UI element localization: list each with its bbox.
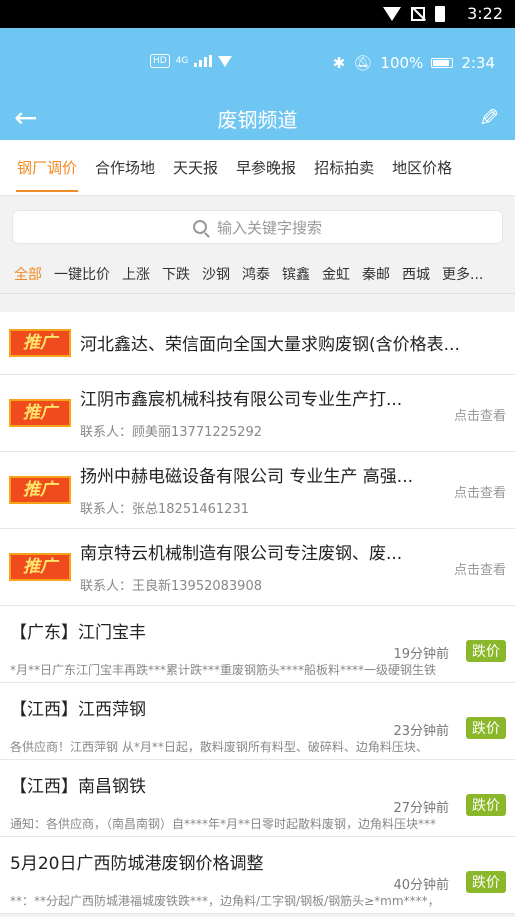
search-icon [192, 220, 207, 234]
promo-title: 南京特云机械制造有限公司专注废钢、废... [80, 544, 403, 564]
filter-shagang[interactable]: 沙钢 [202, 264, 230, 284]
tab-partner-yards[interactable]: 合作场地 [86, 140, 164, 196]
filter-rise[interactable]: 上涨 [122, 264, 150, 284]
status-icons [383, 6, 445, 22]
device-time: 3:22 [467, 4, 503, 23]
tab-regional-price[interactable]: 地区价格 [383, 140, 461, 196]
battery-percent: 100% [380, 54, 424, 72]
page-title: 废钢频道 [217, 108, 298, 132]
promo-contact: 联系人：王良新13952083908 [80, 579, 262, 594]
no-sim-icon [411, 7, 425, 21]
promo-title: 河北鑫达、荣信面向全国大量求购废钢(含价格表... [80, 335, 460, 355]
filter-binxin[interactable]: 镔鑫 [282, 264, 310, 284]
view-detail-link[interactable]: 点击查看 [454, 405, 506, 424]
wifi-icon [383, 7, 401, 21]
section-gap [0, 294, 515, 312]
view-detail-link[interactable]: 点击查看 [454, 482, 506, 501]
promo-title: 江阴市鑫宸机械科技有限公司专业生产打... [80, 390, 403, 410]
hd-icon: HD [150, 54, 170, 68]
filter-all[interactable]: 全部 [14, 264, 42, 284]
promo-badge: 推广 [9, 399, 71, 427]
news-item[interactable]: 【江西】江西萍钢 23分钟前 跌价 各供应商！江西萍钢 从*月**日起，散料废钢… [0, 683, 515, 760]
price-drop-tag: 跌价 [466, 717, 506, 739]
view-detail-link[interactable]: 点击查看 [454, 559, 506, 578]
promo-badge: 推广 [9, 476, 71, 504]
promo-contact: 联系人：张总18251461231 [80, 502, 249, 517]
promo-badge: 推广 [9, 329, 71, 357]
price-drop-tag: 跌价 [466, 794, 506, 816]
news-item[interactable]: 5月20日广西防城港废钢价格调整 40分钟前 跌价 **：**分起广西防城港福城… [0, 837, 515, 914]
promo-item[interactable]: 推广 南京特云机械制造有限公司专注废钢、废... 联系人：王良新13952083… [0, 529, 515, 606]
news-summary: 通知：各供应商，（南昌南钢）自****年*月**日零时起散料废钢，边角料压块**… [10, 817, 437, 831]
promo-item[interactable]: 推广 扬州中赫电磁设备有限公司 专业生产 高强... 联系人：张总1825146… [0, 452, 515, 529]
tab-bar: 钢厂调价 合作场地 天天报 早参晚报 招标拍卖 地区价格 [0, 140, 515, 196]
filter-qinyou[interactable]: 秦邮 [362, 264, 390, 284]
news-summary: *月**日广东江门宝丰再跌***累计跌***重废钢筋头****船板料****一级… [10, 663, 437, 677]
promo-item[interactable]: 推广 江阴市鑫宸机械科技有限公司专业生产打... 联系人：顾美丽13771225… [0, 375, 515, 452]
filter-bar: 全部 一键比价 上涨 下跌 沙钢 鸿泰 镔鑫 金虹 秦邮 西城 更多... [0, 254, 515, 294]
search-section: 输入关键字搜索 [0, 196, 515, 254]
price-drop-tag: 跌价 [466, 640, 506, 662]
inner-time: 2:34 [461, 54, 495, 72]
news-item[interactable]: 【江西】南昌钢铁 27分钟前 跌价 通知：各供应商，（南昌南钢）自****年*月… [0, 760, 515, 837]
news-title: 【江西】江西萍钢 [10, 700, 146, 720]
network-label: 4G [175, 56, 189, 66]
news-time: 23分钟前 [393, 724, 449, 739]
filter-compare[interactable]: 一键比价 [54, 264, 110, 284]
tab-daily-report[interactable]: 天天报 [164, 140, 227, 196]
filter-xicheng[interactable]: 西城 [402, 264, 430, 284]
wifi-icon [218, 55, 233, 67]
promo-item[interactable]: 推广 河北鑫达、荣信面向全国大量求购废钢(含价格表... [0, 312, 515, 375]
news-time: 40分钟前 [393, 878, 449, 893]
tab-steel-mill-price[interactable]: 钢厂调价 [8, 140, 86, 196]
search-placeholder: 输入关键字搜索 [216, 218, 322, 237]
price-drop-tag: 跌价 [466, 871, 506, 893]
tab-tender-auction[interactable]: 招标拍卖 [305, 140, 383, 196]
bluetooth-icon: ✱ [332, 54, 346, 72]
nav-bar: ← 废钢频道 ✎ [0, 100, 515, 140]
edit-pencil-icon[interactable]: ✎ [479, 104, 499, 132]
promo-contact: 联系人：顾美丽13771225292 [80, 425, 262, 440]
mute-icon: 🔕︎ [353, 54, 373, 72]
filter-jinhong[interactable]: 金虹 [322, 264, 350, 284]
news-time: 19分钟前 [393, 647, 449, 662]
inner-status-bar: HD 4G ✱ 🔕︎ 100% 2:34 [0, 54, 515, 76]
news-summary: 各供应商！江西萍钢 从*月**日起，散料废钢所有料型、破碎料、边角料压块、 [10, 740, 428, 754]
device-status-bar: 3:22 [0, 0, 515, 28]
battery-icon [435, 6, 445, 22]
news-title: 5月20日广西防城港废钢价格调整 [10, 854, 264, 874]
feed-list: 推广 河北鑫达、荣信面向全国大量求购废钢(含价格表... 推广 江阴市鑫宸机械科… [0, 312, 515, 914]
app-header: HD 4G ✱ 🔕︎ 100% 2:34 ← 废钢频道 ✎ [0, 28, 515, 140]
news-time: 27分钟前 [393, 801, 449, 816]
promo-badge: 推广 [9, 553, 71, 581]
tab-morning-evening[interactable]: 早参晚报 [227, 140, 305, 196]
search-input[interactable]: 输入关键字搜索 [12, 210, 503, 244]
news-title: 【广东】江门宝丰 [10, 623, 146, 643]
signal-icon [194, 55, 213, 67]
battery-icon [431, 58, 454, 68]
news-item[interactable]: 【广东】江门宝丰 19分钟前 跌价 *月**日广东江门宝丰再跌***累计跌***… [0, 606, 515, 683]
filter-more[interactable]: 更多... [442, 264, 483, 284]
news-summary: **：**分起广西防城港福城废铁跌***，边角料/工字钢/钢板/钢筋头≥*mm*… [10, 894, 440, 908]
promo-title: 扬州中赫电磁设备有限公司 专业生产 高强... [80, 467, 414, 487]
filter-fall[interactable]: 下跌 [162, 264, 190, 284]
news-title: 【江西】南昌钢铁 [10, 777, 146, 797]
filter-hongtai[interactable]: 鸿泰 [242, 264, 270, 284]
